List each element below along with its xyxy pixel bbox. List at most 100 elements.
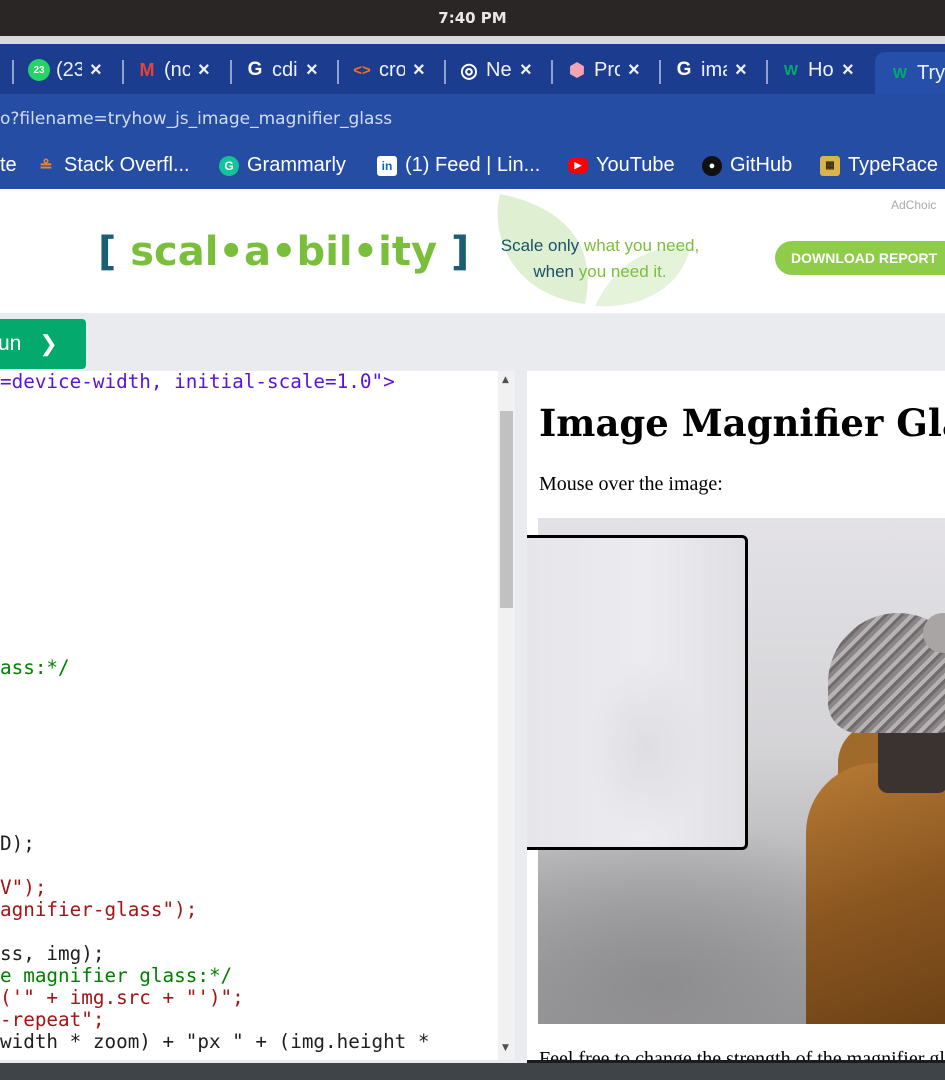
code-line: D); (0, 832, 35, 855)
tab-separator (766, 60, 768, 84)
bookmark-label: YouTube (596, 154, 675, 176)
tab-title: ima (701, 58, 727, 81)
tab-title: cdi (272, 58, 298, 81)
code-line: ass:*/ (0, 656, 70, 679)
bookmark-label: Grammarly (247, 154, 346, 176)
google-icon: G (247, 59, 263, 80)
image-jacket (806, 763, 945, 1024)
bookmarks-bar: te ≗ Stack Overfl... G Grammarly in (1) … (0, 144, 945, 189)
bookmark-github[interactable]: ● GitHub (702, 154, 792, 177)
stackoverflow-icon: ≗ (39, 157, 53, 175)
address-bar[interactable]: o?filename=tryhow_js_image_magnifier_gla… (0, 94, 945, 144)
clock: 7:40 PM (438, 9, 507, 27)
tab-title: Try (917, 61, 945, 84)
code-line: =device-width, initial-scale=1.0"> (0, 371, 395, 393)
instruction-text: Mouse over the image: (539, 473, 723, 495)
url-text: o?filename=tryhow_js_image_magnifier_gla… (0, 109, 393, 129)
bookmark-youtube[interactable]: ▶ YouTube (568, 154, 675, 177)
whatsapp-icon: 23 (28, 59, 50, 81)
tab-google-images[interactable]: G ima × (673, 53, 747, 87)
run-button[interactable]: un ❯ (0, 319, 86, 369)
ad-logo: [ scal•a•bil•ity ] (98, 229, 470, 275)
code-line: width * zoom) + "px " + (img.height * (0, 1030, 430, 1053)
tab-separator (122, 60, 124, 84)
tab-whatsapp[interactable]: 23 (23 × (28, 53, 102, 87)
tab-separator (230, 60, 232, 84)
code-line: -repeat"; (0, 1008, 105, 1031)
scroll-down-icon[interactable]: ▼ (502, 1043, 509, 1053)
tab-gmail[interactable]: M (nc × (136, 53, 210, 87)
tab-separator (337, 60, 339, 84)
tab-chrome-new[interactable]: ◎ Ne × (458, 53, 532, 87)
code-icon: <> (353, 61, 371, 79)
advertisement-banner[interactable]: [ scal•a•bil•ity ] Scale only what you n… (0, 189, 945, 313)
github-icon: ● (702, 155, 722, 176)
tab-title: Ne (486, 58, 512, 81)
code-editor[interactable]: =device-width, initial-scale=1.0"> ass:*… (0, 371, 498, 1060)
magnifier-glass[interactable] (527, 535, 748, 850)
w3schools-icon: W (783, 61, 799, 79)
editor-scrollbar[interactable]: ▲ ▼ (498, 371, 515, 1060)
result-panel: Image Magnifier Glass Mouse over the ima… (527, 371, 945, 1060)
browser-tab-bar: 23 (23 × M (nc × G cdi × <> cro × ◎ Ne ×… (0, 44, 945, 94)
image-scarf (878, 723, 945, 793)
scrollbar-thumb[interactable] (500, 411, 513, 608)
download-report-button[interactable]: DOWNLOAD REPORT (775, 241, 945, 275)
youtube-icon: ▶ (568, 158, 588, 173)
tab-w3schools-howto[interactable]: W Ho × (780, 53, 854, 87)
close-icon[interactable]: × (413, 59, 425, 82)
close-icon[interactable]: × (520, 59, 532, 82)
close-icon[interactable]: × (198, 59, 210, 82)
typeracer-icon: ▦ (820, 155, 840, 176)
tab-google-cdn[interactable]: G cdi × (244, 53, 318, 87)
code-line: ss, img); (0, 942, 105, 965)
tab-separator (551, 60, 553, 84)
bookmark-item[interactable]: te (0, 154, 17, 177)
tab-code[interactable]: <> cro × (351, 53, 425, 87)
adchoices-label[interactable]: AdChoic (891, 198, 936, 212)
tab-title: cro (379, 58, 405, 81)
scroll-up-icon[interactable]: ▲ (502, 375, 509, 385)
code-line: agnifier-glass"); (0, 898, 198, 921)
bookmark-typeracer[interactable]: ▦ TypeRace (820, 154, 938, 177)
cube-icon: ⬢ (569, 59, 585, 80)
bookmark-label: GitHub (730, 154, 793, 176)
tab-title: (nc (164, 58, 190, 81)
footer-text: Feel free to change the strength of the … (539, 1048, 945, 1060)
code-line: e magnifier glass:*/ (0, 964, 233, 987)
close-icon[interactable]: × (735, 59, 747, 82)
tab-title: (23 (56, 58, 82, 81)
panel-divider[interactable] (517, 371, 527, 1063)
bookmark-stackoverflow[interactable]: ≗ Stack Overfl... (36, 154, 190, 177)
code-editor-panel: =device-width, initial-scale=1.0"> ass:*… (0, 371, 517, 1063)
chevron-right-icon: ❯ (39, 331, 58, 356)
gmail-icon: M (139, 59, 155, 80)
close-icon[interactable]: × (628, 59, 640, 82)
chrome-icon: ◎ (460, 59, 478, 82)
ad-tagline: Scale only what you need, when you need … (500, 236, 700, 281)
bookmark-linkedin[interactable]: in (1) Feed | Lin... (377, 154, 540, 177)
close-icon[interactable]: × (842, 59, 854, 82)
bookmark-label: (1) Feed | Lin... (405, 154, 541, 176)
close-icon[interactable]: × (306, 59, 318, 82)
tryit-toolbar: un ❯ (0, 313, 945, 371)
page-title: Image Magnifier Glass (539, 401, 945, 445)
grammarly-icon: G (219, 155, 239, 176)
tab-separator (444, 60, 446, 84)
tab-title: Pro (594, 58, 620, 81)
google-icon: G (676, 59, 692, 80)
window-top-strip (0, 36, 945, 44)
tab-active-tryit[interactable]: W Try (875, 52, 945, 94)
bookmark-label: Stack Overfl... (64, 154, 190, 176)
bookmark-grammarly[interactable]: G Grammarly (219, 154, 346, 177)
close-icon[interactable]: × (90, 59, 102, 82)
code-line: ('" + img.src + "')"; (0, 986, 244, 1009)
tab-separator (659, 60, 661, 84)
tab-pro[interactable]: ⬢ Pro × (566, 53, 640, 87)
tab-title: Ho (808, 58, 834, 81)
w3schools-icon: W (892, 64, 908, 82)
bookmark-label: TypeRace (848, 154, 939, 176)
bookmark-label: te (0, 154, 17, 176)
tab-separator (12, 60, 14, 84)
run-label: un (0, 332, 22, 355)
